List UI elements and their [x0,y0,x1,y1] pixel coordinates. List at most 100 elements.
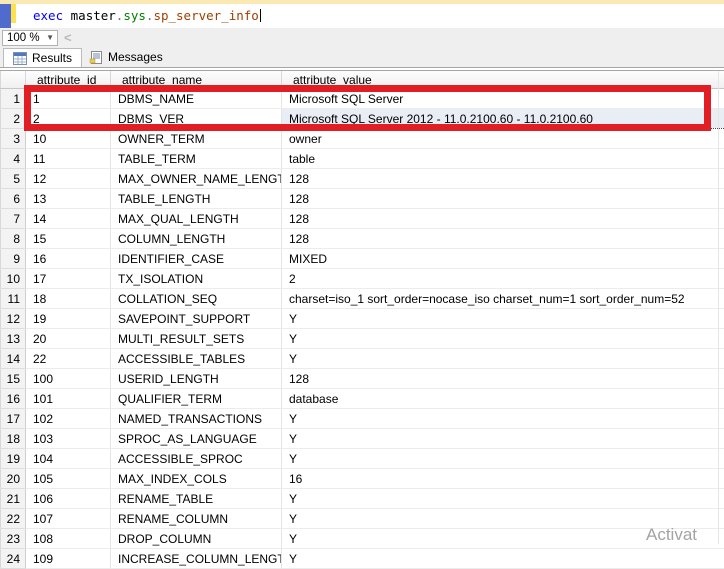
column-header-attribute-name[interactable]: attribute_name [111,71,282,89]
cell-attribute_value[interactable]: Y [282,429,724,449]
cell-attribute_name[interactable]: MAX_OWNER_NAME_LENGTH [111,169,282,189]
cell-attribute_name[interactable]: OWNER_TERM [111,129,282,149]
cell-attribute_name[interactable]: SPROC_AS_LANGUAGE [111,429,282,449]
row-number[interactable]: 10 [1,269,26,289]
cell-attribute_id[interactable]: 108 [26,529,111,549]
cell-attribute_id[interactable]: 105 [26,469,111,489]
cell-attribute_id[interactable]: 18 [26,289,111,309]
chevron-down-icon[interactable]: ▼ [46,31,54,45]
row-number[interactable]: 9 [1,249,26,269]
cell-attribute_name[interactable]: COLUMN_LENGTH [111,229,282,249]
cell-attribute_value[interactable]: 2 [282,269,724,289]
cell-attribute_name[interactable]: TABLE_TERM [111,149,282,169]
scroll-left-arrow-icon[interactable]: < [64,30,72,46]
row-number[interactable]: 15 [1,369,26,389]
cell-attribute_name[interactable]: COLLATION_SEQ [111,289,282,309]
row-number[interactable]: 3 [1,129,26,149]
cell-attribute_id[interactable]: 22 [26,349,111,369]
select-all-corner[interactable] [1,71,26,89]
cell-attribute_value[interactable]: charset=iso_1 sort_order=nocase_iso char… [282,289,724,309]
cell-attribute_id[interactable]: 20 [26,329,111,349]
row-number[interactable]: 11 [1,289,26,309]
cell-attribute_id[interactable]: 19 [26,309,111,329]
cell-attribute_id[interactable]: 102 [26,409,111,429]
cell-attribute_value[interactable]: table [282,149,724,169]
row-number[interactable]: 16 [1,389,26,409]
row-number[interactable]: 6 [1,189,26,209]
cell-attribute_name[interactable]: INCREASE_COLUMN_LENGTH [111,549,282,569]
cell-attribute_id[interactable]: 2 [26,109,111,129]
row-number[interactable]: 18 [1,429,26,449]
cell-attribute_id[interactable]: 14 [26,209,111,229]
row-number[interactable]: 21 [1,489,26,509]
cell-attribute_name[interactable]: SAVEPOINT_SUPPORT [111,309,282,329]
sql-query-text[interactable]: exec master.sys.sp_server_info [33,7,261,24]
row-number[interactable]: 23 [1,529,26,549]
row-number[interactable]: 5 [1,169,26,189]
row-number[interactable]: 2 [1,109,26,129]
cell-attribute_value[interactable]: Y [282,309,724,329]
cell-attribute_id[interactable]: 17 [26,269,111,289]
cell-attribute_id[interactable]: 16 [26,249,111,269]
column-header-attribute-id[interactable]: attribute_id [26,71,111,89]
cell-attribute_name[interactable]: ACCESSIBLE_TABLES [111,349,282,369]
cell-attribute_name[interactable]: DBMS_VER [111,109,282,129]
cell-attribute_id[interactable]: 12 [26,169,111,189]
row-number[interactable]: 13 [1,329,26,349]
cell-attribute_name[interactable]: DROP_COLUMN [111,529,282,549]
cell-attribute_name[interactable]: TX_ISOLATION [111,269,282,289]
cell-attribute_id[interactable]: 101 [26,389,111,409]
cell-attribute_value[interactable]: database [282,389,724,409]
cell-attribute_name[interactable]: MAX_INDEX_COLS [111,469,282,489]
cell-attribute_name[interactable]: DBMS_NAME [111,89,282,109]
row-number[interactable]: 19 [1,449,26,469]
row-number[interactable]: 1 [1,89,26,109]
cell-attribute_id[interactable]: 104 [26,449,111,469]
cell-attribute_value[interactable]: Y [282,409,724,429]
cell-attribute_value[interactable]: 128 [282,369,724,389]
cell-attribute_id[interactable]: 15 [26,229,111,249]
cell-attribute_value[interactable]: 16 [282,469,724,489]
cell-attribute_id[interactable]: 11 [26,149,111,169]
cell-attribute_name[interactable]: ACCESSIBLE_SPROC [111,449,282,469]
cell-attribute_id[interactable]: 107 [26,509,111,529]
cell-attribute_id[interactable]: 13 [26,189,111,209]
cell-attribute_name[interactable]: NAMED_TRANSACTIONS [111,409,282,429]
row-number[interactable]: 14 [1,349,26,369]
cell-attribute_id[interactable]: 1 [26,89,111,109]
row-number[interactable]: 12 [1,309,26,329]
cell-attribute_id[interactable]: 10 [26,129,111,149]
row-number[interactable]: 20 [1,469,26,489]
cell-attribute_id[interactable]: 100 [26,369,111,389]
cell-attribute_name[interactable]: MULTI_RESULT_SETS [111,329,282,349]
cell-attribute_value[interactable]: 128 [282,189,724,209]
cell-attribute_value[interactable]: MIXED [282,249,724,269]
row-number[interactable]: 8 [1,229,26,249]
cell-attribute_name[interactable]: RENAME_TABLE [111,489,282,509]
cell-attribute_name[interactable]: QUALIFIER_TERM [111,389,282,409]
cell-attribute_id[interactable]: 109 [26,549,111,569]
cell-attribute_name[interactable]: RENAME_COLUMN [111,509,282,529]
row-number[interactable]: 17 [1,409,26,429]
cell-attribute_id[interactable]: 106 [26,489,111,509]
cell-attribute_value[interactable]: Microsoft SQL Server 2012 - 11.0.2100.60… [282,109,724,129]
row-number[interactable]: 24 [1,549,26,569]
cell-attribute_name[interactable]: TABLE_LENGTH [111,189,282,209]
zoom-level-dropdown[interactable]: 100 % ▼ [2,30,58,46]
cell-attribute_value[interactable]: Y [282,449,724,469]
query-editor[interactable]: exec master.sys.sp_server_info [0,4,724,28]
cell-attribute_value[interactable]: Y [282,329,724,349]
cell-attribute_value[interactable]: Y [282,349,724,369]
cell-attribute_value[interactable]: 128 [282,169,724,189]
column-header-attribute-value[interactable]: attribute_value [282,71,724,89]
cell-attribute_value[interactable]: 128 [282,229,724,249]
cell-attribute_value[interactable]: Y [282,549,724,569]
row-number[interactable]: 7 [1,209,26,229]
cell-attribute_value[interactable]: owner [282,129,724,149]
row-number[interactable]: 22 [1,509,26,529]
cell-attribute_value[interactable]: 128 [282,209,724,229]
tab-results[interactable]: Results [3,48,82,67]
row-number[interactable]: 4 [1,149,26,169]
cell-attribute_id[interactable]: 103 [26,429,111,449]
tab-messages[interactable]: Messages [80,48,172,66]
